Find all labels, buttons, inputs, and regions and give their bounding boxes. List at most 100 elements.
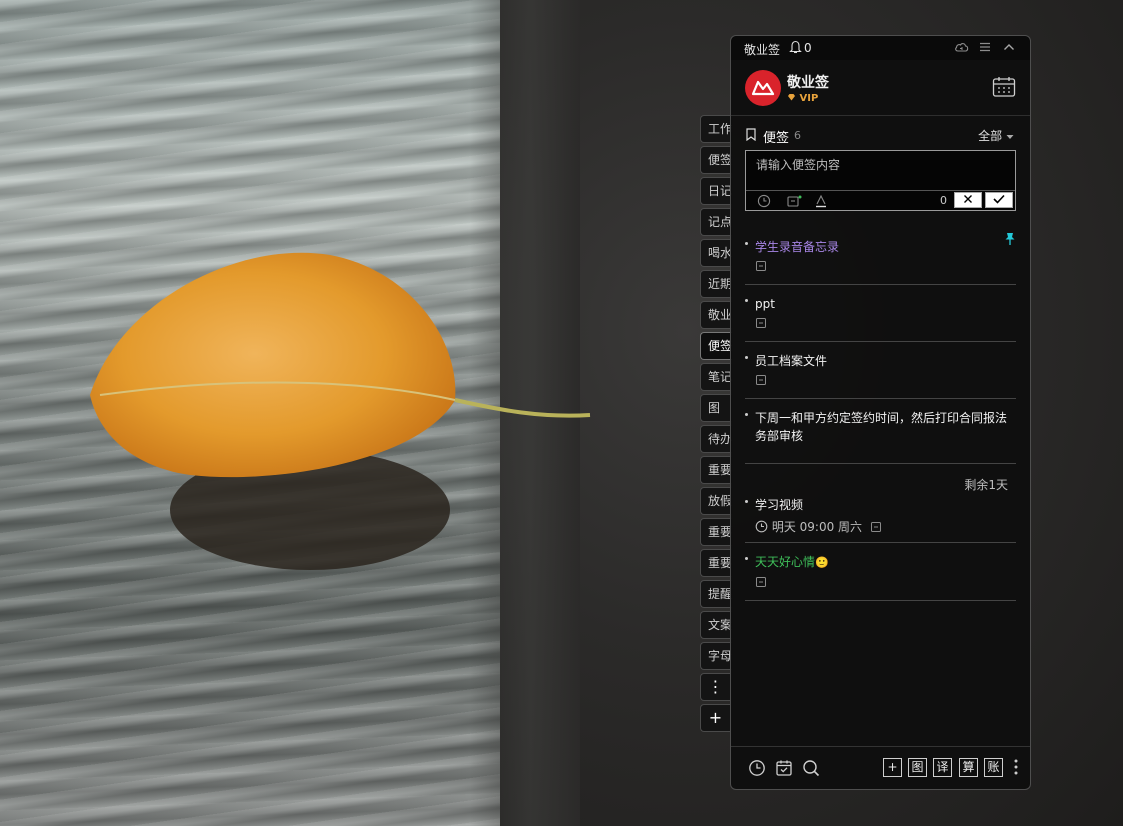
note-text: 学习视频	[755, 498, 804, 512]
list-item[interactable]: 天天好心情🙂	[745, 543, 1016, 601]
filter-dropdown[interactable]: 全部	[978, 127, 1014, 144]
tab-category[interactable]: 喝水	[700, 239, 732, 267]
notes-title: 便签	[763, 131, 790, 146]
note-text: 天天好心情🙂	[755, 553, 1016, 572]
close-icon	[964, 195, 972, 203]
lock-icon[interactable]	[786, 194, 802, 208]
lock-icon	[756, 318, 766, 328]
confirm-button[interactable]	[985, 192, 1013, 208]
more-options-icon[interactable]	[1014, 758, 1018, 776]
bullet	[745, 500, 748, 503]
note-text: 员工档案文件	[755, 354, 828, 368]
tab-category[interactable]: 敬业	[700, 301, 732, 329]
bullet	[745, 356, 748, 359]
list-item[interactable]: 下周一和甲方约定签约时间，然后打印合同报法务部审核	[745, 399, 1016, 464]
leaf-image	[90, 252, 591, 570]
tab-category[interactable]: 工作	[700, 115, 732, 143]
bullet	[745, 242, 748, 245]
vip-badge: VIP	[787, 93, 818, 104]
tab-category[interactable]: 待办	[700, 425, 732, 453]
clock-icon[interactable]	[757, 194, 771, 208]
user-header: 敬业签 VIP	[731, 60, 1030, 116]
window-controls	[954, 40, 1016, 54]
note-list: 学生录音备忘录 ppt 员工档案文件 下周一和甲方约定签约时间，然后打印合同报法…	[745, 228, 1016, 601]
bullet	[745, 299, 748, 302]
char-counter: 0	[940, 194, 947, 207]
note-text-content: 天天好心情	[755, 555, 816, 569]
list-item[interactable]: ppt	[745, 285, 1016, 342]
ledger-tool-button[interactable]: 账	[984, 758, 1003, 777]
more-tabs-button[interactable]: ⋮	[700, 673, 730, 701]
lock-icon	[756, 577, 766, 587]
title-bar: 敬业签 0	[731, 36, 1030, 60]
history-icon[interactable]	[748, 759, 766, 777]
notes-header: 便签 6 全部	[731, 116, 1030, 150]
editor-toolbar: 0	[746, 190, 1015, 210]
list-item[interactable]: 员工档案文件	[745, 342, 1016, 399]
cancel-button[interactable]	[954, 192, 982, 208]
filter-label: 全部	[978, 129, 1003, 143]
tab-category[interactable]: 重要	[700, 456, 732, 484]
image-tool-button[interactable]: 图	[908, 758, 927, 777]
reminder-time: 明天 09:00 周六	[771, 520, 863, 534]
tab-category[interactable]: 近期	[700, 270, 732, 298]
category-tabs: 工作 便签 日记 记点 喝水 近期 敬业 便签 笔记 图 待办 重要 放假 重要…	[700, 115, 732, 735]
lock-icon	[756, 375, 766, 385]
tab-category-active[interactable]: 便签	[700, 332, 732, 360]
notification-count: 0	[804, 41, 812, 55]
smiley-icon: 🙂	[815, 556, 829, 569]
app-logo-icon	[751, 80, 775, 96]
deadline-label: 剩余1天	[964, 478, 1008, 492]
clock-icon	[755, 520, 768, 533]
collapse-icon[interactable]	[1002, 40, 1016, 54]
tab-category[interactable]: 重要	[700, 549, 732, 577]
list-item[interactable]: 学习视频 明天 09:00 周六	[745, 494, 1016, 543]
add-tab-button[interactable]: +	[700, 704, 730, 732]
note-text: 下周一和甲方约定签约时间，然后打印合同报法务部审核	[755, 411, 1008, 443]
tab-category[interactable]: 字母	[700, 642, 732, 670]
add-note-button[interactable]: +	[883, 758, 902, 777]
search-icon[interactable]	[802, 759, 820, 777]
notes-count: 6	[794, 129, 801, 142]
lock-icon	[756, 261, 766, 271]
app-title: 敬业签	[744, 43, 781, 57]
cloud-sync-icon[interactable]	[954, 40, 969, 54]
caret-down-icon	[1006, 135, 1014, 139]
tab-category[interactable]: 记点	[700, 208, 732, 236]
bullet	[745, 557, 748, 560]
translate-tool-button[interactable]: 译	[933, 758, 952, 777]
tab-category[interactable]: 放假	[700, 487, 732, 515]
note-editor: 0	[745, 150, 1016, 211]
tab-category[interactable]: 提醒	[700, 580, 732, 608]
list-item[interactable]: 学生录音备忘录	[745, 228, 1016, 285]
tab-category[interactable]: 笔记	[700, 363, 732, 391]
text-color-icon[interactable]	[814, 194, 828, 208]
note-meta	[755, 374, 1016, 390]
bell-icon[interactable]	[789, 40, 802, 54]
task-calendar-icon[interactable]	[775, 759, 793, 777]
calculator-tool-button[interactable]: 算	[959, 758, 978, 777]
note-meta: 明天 09:00 周六	[755, 518, 1016, 534]
username: 敬业签	[787, 75, 829, 91]
note-meta	[755, 260, 1016, 276]
tab-category[interactable]: 文案	[700, 611, 732, 639]
check-icon	[993, 194, 1005, 204]
menu-icon[interactable]	[978, 40, 992, 54]
tab-category[interactable]: 日记	[700, 177, 732, 205]
bullet	[745, 413, 748, 416]
note-input[interactable]	[746, 151, 1015, 190]
note-meta	[755, 317, 1016, 333]
notes-panel: 敬业签 0 敬业签 VIP 便签 6 全部 请输入便签内容 0 学生录音备忘录 …	[730, 35, 1031, 790]
note-meta	[755, 576, 1016, 592]
lock-icon	[870, 522, 881, 532]
calendar-icon[interactable]	[992, 76, 1016, 98]
bookmark-icon	[746, 128, 756, 141]
avatar[interactable]	[745, 70, 781, 106]
tab-category[interactable]: 重要	[700, 518, 732, 546]
note-text: 学生录音备忘录	[755, 240, 840, 254]
tab-category[interactable]: 便签	[700, 146, 732, 174]
bottom-toolbar: + 图 译 算 账	[731, 746, 1030, 789]
vip-label: VIP	[799, 93, 819, 104]
tab-category[interactable]: 图	[700, 394, 732, 422]
pin-icon[interactable]	[1004, 232, 1016, 246]
